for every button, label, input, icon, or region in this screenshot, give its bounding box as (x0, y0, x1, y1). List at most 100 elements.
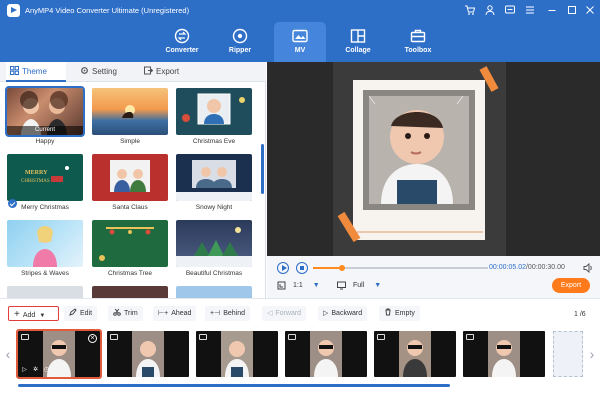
zoom-value: Full (353, 282, 365, 289)
export-button[interactable]: Export (552, 278, 590, 293)
menu-icon[interactable] (524, 4, 536, 16)
theme-name: Snowy Night (195, 204, 233, 211)
effects-icon[interactable]: ✲ (32, 367, 39, 374)
grid-icon (10, 66, 19, 75)
theme-thumbnail (7, 286, 83, 298)
panel-tabs: Theme Setting Export (0, 62, 266, 82)
monitor-icon (337, 281, 346, 290)
collage-icon (350, 29, 366, 43)
theme-name: Simple (120, 138, 140, 145)
theme-scrollbar[interactable] (261, 144, 264, 194)
app-logo-icon (7, 4, 20, 17)
add-button[interactable]: + Add ▼ (8, 306, 59, 321)
empty-button[interactable]: Empty (379, 306, 420, 321)
timeline-clip[interactable] (196, 331, 278, 377)
chevron-down-icon: ▼ (312, 282, 320, 289)
nav-tab-label: Converter (165, 47, 199, 54)
user-icon[interactable] (484, 4, 496, 16)
nav-tab-label: Ripper (228, 47, 252, 54)
volume-icon[interactable] (582, 262, 594, 274)
chevron-down-icon: ▼ (374, 282, 382, 289)
theme-artwork (33, 226, 57, 267)
current-badge: Current (7, 126, 83, 135)
timeline-clip[interactable] (463, 331, 545, 377)
theme-name: Santa Claus (112, 204, 148, 211)
backward-label: Backward (331, 310, 363, 317)
edit-icon (69, 308, 77, 316)
mv-icon (292, 29, 308, 43)
ahead-button[interactable]: ⊢+ Ahead (153, 306, 197, 321)
clock-icon[interactable]: ◷ (43, 367, 50, 374)
chevron-left-icon[interactable]: ‹ (3, 346, 13, 362)
nav-tab-converter[interactable]: Converter (156, 22, 208, 62)
ratio-select[interactable]: 1:1 ▼ (293, 282, 320, 289)
nav-tab-mv[interactable]: MV (274, 22, 326, 62)
add-clip-placeholder[interactable] (553, 331, 583, 377)
zoom-select[interactable]: Full ▼ (353, 282, 381, 289)
nav-tab-toolbox[interactable]: Toolbox (392, 22, 444, 62)
theme-thumbnail: MERRY CHRISTMAS (7, 154, 83, 201)
backward-button[interactable]: ▷ Backward (318, 306, 368, 321)
preview-image (333, 62, 506, 256)
tab-export[interactable]: Export (140, 62, 200, 82)
trim-button[interactable]: Trim (108, 306, 143, 321)
clip-thumbnail (488, 331, 520, 377)
progress-bar[interactable] (313, 265, 488, 271)
timeline-clip[interactable] (107, 331, 189, 377)
theme-thumbnail (176, 154, 252, 201)
edit-toolbar: + Add ▼ Edit Trim ⊢+ Ahead +⊣ Behind ◁ Forwar… (0, 298, 600, 328)
plus-icon: + (14, 309, 20, 320)
close-window-icon[interactable] (584, 4, 596, 16)
theme-thumbnail (92, 88, 168, 135)
stop-icon[interactable] (296, 262, 308, 274)
play-icon[interactable]: ▷ (21, 367, 28, 374)
video-preview (267, 62, 600, 256)
forward-button[interactable]: ◁ Forward (262, 306, 307, 321)
check-icon (8, 199, 17, 208)
page-indicator: 1 /6 (574, 311, 586, 318)
svg-text:CHRISTMAS: CHRISTMAS (21, 179, 50, 184)
maximize-icon[interactable] (566, 4, 578, 16)
tab-theme-label: Theme (22, 67, 47, 76)
clip-thumbnail (399, 331, 431, 377)
converter-icon (174, 28, 190, 44)
theme-thumbnail (176, 286, 252, 298)
theme-artwork (182, 93, 245, 125)
minimize-icon[interactable] (546, 4, 558, 16)
feedback-icon[interactable] (504, 4, 516, 16)
timeline-clip[interactable]: × ▷ ✲ ◷ (16, 329, 102, 379)
theme-panel: Theme Setting Export Current Happy Simpl… (0, 62, 266, 298)
theme-artwork (110, 160, 150, 192)
tab-theme[interactable]: Theme (6, 62, 66, 82)
behind-label: Behind (223, 310, 245, 317)
film-icon (199, 334, 207, 340)
progress-handle[interactable] (339, 265, 346, 271)
timeline-clip[interactable] (285, 331, 367, 377)
close-icon[interactable]: × (88, 334, 97, 343)
edit-button[interactable]: Edit (64, 306, 98, 321)
ratio-value: 1:1 (293, 282, 303, 289)
insert-behind-icon: +⊣ (210, 310, 221, 317)
empty-label: Empty (395, 310, 415, 317)
chevron-right-icon[interactable]: › (587, 346, 597, 362)
timeline-scrollbar[interactable] (18, 384, 450, 387)
timeline-clip[interactable] (374, 331, 456, 377)
trim-label: Trim (124, 310, 138, 317)
nav-tab-ripper[interactable]: Ripper (214, 22, 266, 62)
theme-grid: Current Happy Simple Christmas Eve MERRY… (0, 82, 260, 298)
behind-button[interactable]: +⊣ Behind (205, 306, 250, 321)
insert-ahead-icon: ⊢+ (158, 310, 169, 317)
theme-thumbnail (92, 220, 168, 267)
nav-tab-collage[interactable]: Collage (332, 22, 384, 62)
film-icon (466, 334, 474, 340)
trash-icon (385, 308, 391, 316)
theme-artwork (99, 227, 154, 261)
tab-setting[interactable]: Setting (76, 62, 136, 82)
theme-artwork (176, 160, 252, 201)
cart-icon[interactable] (464, 4, 476, 16)
main-nav: Converter Ripper MV Collage Toolbox (0, 22, 600, 62)
clip-thumbnail (132, 331, 164, 377)
theme-name: Beautiful Christmas (185, 270, 243, 277)
play-icon[interactable] (277, 262, 289, 274)
theme-thumbnail: Current (5, 86, 85, 137)
